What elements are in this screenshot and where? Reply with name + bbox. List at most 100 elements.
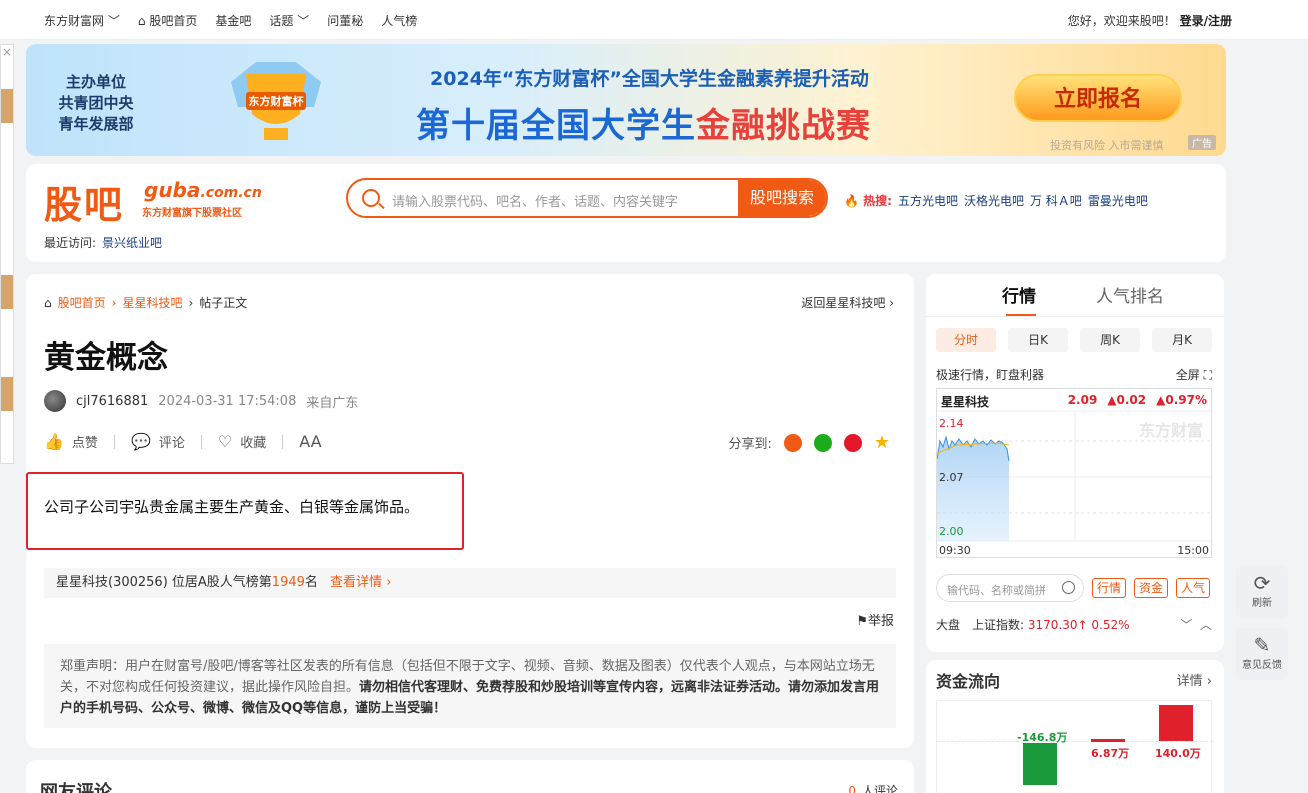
post-actions: 👍 点赞 💬 评论 ♡ 收藏 AA — [44, 432, 322, 451]
hot-search-item[interactable]: 雷曼光电吧 — [1088, 192, 1148, 209]
close-icon[interactable]: × — [2, 45, 12, 59]
welcome-area: 您好，欢迎来股吧！ 登录/注册 — [1068, 12, 1232, 29]
ad-banner[interactable]: 主办单位 共青团中央 青年发展部 东方财富杯 2024年“东方财富杯”全国大学生… — [26, 44, 1226, 156]
feedback-icon: ✎ — [1253, 633, 1271, 657]
risk-warning: 投资有风险 入市需谨慎 — [1050, 139, 1164, 152]
guba-logo[interactable]: 股吧 — [44, 174, 124, 229]
intraday-chart[interactable]: 星星科技 2.09 ▲0.02 ▲0.97% 东方财富 2.14 2.07 2.… — [936, 388, 1213, 558]
refresh-button[interactable]: ⟳ 刷新 — [1236, 566, 1288, 618]
side-marker — [1, 377, 13, 411]
side-marker — [1, 275, 13, 309]
breadcrumb-home[interactable]: 股吧首页 — [58, 294, 106, 311]
breadcrumb: ⌂ 股吧首页 › 星星科技吧 › 帖子正文 — [44, 294, 247, 311]
divider — [282, 434, 284, 449]
divider — [200, 434, 202, 449]
left-side-panel[interactable]: × — [0, 44, 14, 464]
comment-button[interactable]: 💬 评论 — [131, 432, 185, 451]
signup-button[interactable]: 立即报名 — [1014, 74, 1182, 122]
back-to-bar-link[interactable]: 返回星星科技吧 › — [801, 294, 894, 311]
trophy-icon: 东方财富杯 — [231, 62, 321, 140]
comments-section: 网友评论 0 人评论 — [26, 760, 914, 793]
y-axis-label: 2.14 — [939, 417, 964, 430]
fullscreen-icon: ⛶ — [1203, 368, 1212, 382]
y-axis-label: 2.00 — [939, 525, 964, 538]
tab-intraday[interactable]: 分时 — [936, 328, 996, 352]
banner-host: 主办单位 共青团中央 青年发展部 — [58, 73, 134, 133]
recent-visit-link[interactable]: 景兴纸业吧 — [102, 236, 162, 250]
hot-search: 🔥 热搜: 五方光电吧 沃格光电吧 万 科Ａ吧 雷曼光电吧 — [844, 192, 1148, 209]
fire-icon: 🔥 — [844, 194, 859, 208]
time-start: 09:30 — [939, 544, 971, 557]
share-icon[interactable] — [783, 433, 802, 452]
comment-count: 0 人评论 — [848, 784, 898, 793]
post-body: 公司子公司宇弘贵金属主要生产黄金、白银等金属饰品。 — [44, 498, 420, 516]
nav-topics[interactable]: 话题 ﹀ — [269, 12, 309, 29]
star-icon[interactable]: ★ — [874, 432, 890, 453]
market-subtitle: 极速行情，盯盘利器 — [936, 368, 1045, 382]
inflow-label: 140.0万 — [1155, 747, 1201, 760]
nav-guba-home[interactable]: ⌂ 股吧首页 — [138, 12, 197, 29]
like-button[interactable]: 👍 点赞 — [44, 432, 98, 451]
watermark: 东方财富 — [1138, 421, 1203, 440]
share-bar: 分享到: ★ — [728, 432, 890, 453]
banner-subheadline: 第十届全国大学生金融挑战赛 — [416, 106, 871, 146]
nav-ask-secretary[interactable]: 问董秘 — [327, 12, 363, 29]
report-button[interactable]: ⚑举报 — [856, 610, 894, 629]
stock-search-input[interactable]: 输代码、名称或简拼 — [936, 574, 1084, 602]
tab-daily-k[interactable]: 日K — [1008, 328, 1068, 352]
index-toggle[interactable]: ﹀ ︿ — [1180, 616, 1212, 633]
hot-search-item[interactable]: 五方光电吧 — [898, 192, 958, 209]
popularity-rank: 星星科技(300256) 位居A股人气榜第1949名 查看详情 › — [44, 568, 896, 598]
tab-popularity[interactable]: 人气排名 — [1096, 282, 1164, 307]
weibo-icon[interactable] — [843, 433, 862, 452]
wechat-icon[interactable] — [813, 433, 832, 452]
font-size-toggle[interactable]: AA — [299, 432, 321, 451]
hot-search-item[interactable]: 沃格光电吧 — [964, 192, 1024, 209]
nav-popularity[interactable]: 人气榜 — [381, 12, 417, 29]
chevron-right-icon: › — [188, 295, 194, 310]
small-inflow-bar — [1091, 739, 1125, 742]
breadcrumb-current: 帖子正文 — [199, 296, 248, 310]
search-button[interactable]: 股吧搜索 — [738, 180, 826, 216]
share-label: 分享到: — [728, 437, 772, 452]
login-link[interactable]: 登录/注册 — [1180, 14, 1232, 28]
tab-weekly-k[interactable]: 周K — [1080, 328, 1140, 352]
author-name[interactable]: cjl7616881 — [76, 394, 148, 409]
fund-flow-chart: -146.8万 6.87万 140.0万 — [936, 700, 1213, 793]
post-meta: cjl7616881 2024-03-31 17:54:08 来自广东 — [44, 390, 358, 412]
stock-price: 2.09 ▲0.02 ▲0.97% — [1067, 393, 1207, 407]
chevron-up-icon: ︿ — [1199, 618, 1212, 632]
fund-flow-detail-link[interactable]: 详情 › — [1177, 670, 1212, 689]
post-title: 黄金概念 — [44, 340, 168, 376]
nav-eastmoney[interactable]: 东方财富网 ﹀ — [44, 12, 120, 29]
tab-monthly-k[interactable]: 月K — [1152, 328, 1212, 352]
banner-headline: 2024年“东方财富杯”全国大学生金融素养提升活动 — [430, 68, 869, 90]
welcome-text: 您好，欢迎来股吧！ — [1067, 14, 1176, 28]
search-input[interactable]: 请输入股票代码、吧名、作者、话题、内容关键字 — [392, 191, 678, 210]
favorite-button[interactable]: ♡ 收藏 — [218, 432, 266, 451]
hot-search-item[interactable]: 万 科Ａ吧 — [1030, 192, 1082, 209]
tab-market[interactable]: 行情 — [1002, 282, 1036, 317]
thumbs-up-icon: 👍 — [44, 432, 64, 451]
quick-popularity-button[interactable]: 人气 — [1176, 578, 1211, 598]
intraday-chart-plot — [937, 410, 1213, 542]
quick-fund-button[interactable]: 资金 — [1134, 578, 1169, 598]
market-tabs: 行情 人气排名 — [926, 282, 1224, 317]
small-inflow-label: 6.87万 — [1091, 747, 1130, 760]
comments-title: 网友评论 — [40, 782, 112, 793]
chevron-right-icon: › — [111, 295, 117, 310]
search-icon — [1062, 581, 1075, 594]
chevron-down-icon: ﹀ — [297, 14, 310, 28]
fullscreen-button[interactable]: 全屏 ⛶ — [1176, 366, 1212, 383]
heart-icon: ♡ — [217, 432, 233, 451]
rank-detail-link[interactable]: 查看详情 › — [330, 575, 391, 590]
breadcrumb-bar[interactable]: 星星科技吧 — [122, 294, 182, 311]
quick-market-button[interactable]: 行情 — [1092, 578, 1127, 598]
flag-icon: ⚑ — [856, 614, 868, 629]
feedback-button[interactable]: ✎ 意见反馈 — [1236, 628, 1288, 680]
nav-fund-bar[interactable]: 基金吧 — [215, 12, 251, 29]
chevron-down-icon: ﹀ — [107, 14, 120, 28]
guba-logo-en: guba.com.cn — [144, 178, 262, 202]
chevron-down-icon: ﹀ — [1180, 618, 1193, 632]
avatar[interactable] — [44, 390, 66, 412]
